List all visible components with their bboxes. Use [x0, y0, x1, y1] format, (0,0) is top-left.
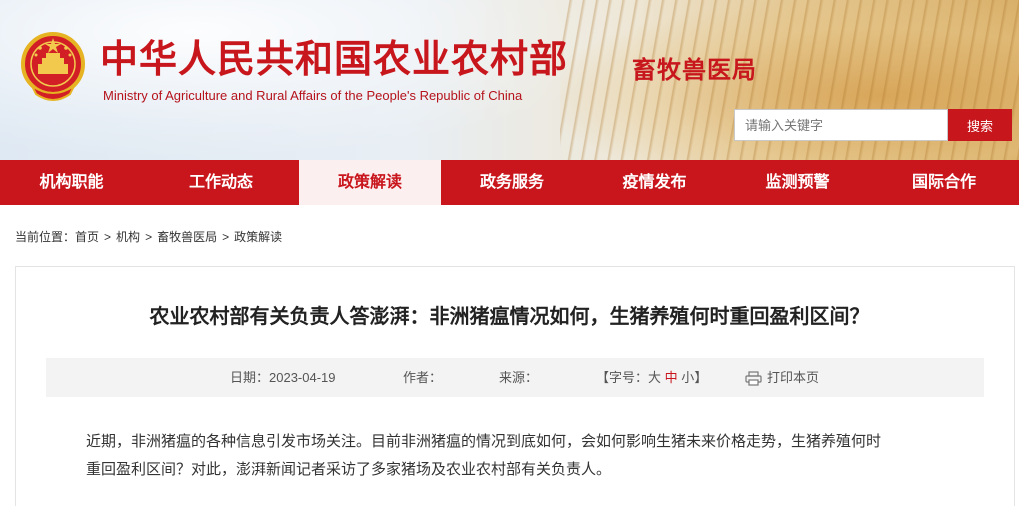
breadcrumb-item-policy[interactable]: 政策解读 [234, 228, 282, 245]
department-title[interactable]: 畜牧兽医局 [632, 50, 757, 85]
print-page-link[interactable]: 打印本页 [745, 358, 819, 397]
article-body: 近期，非洲猪瘟的各种信息引发市场关注。目前非洲猪瘟的情况到底如何，会如何影响生猪… [86, 428, 946, 484]
font-size-small-link[interactable]: 小 [681, 370, 694, 385]
nav-item-government-services[interactable]: 政务服务 [441, 160, 583, 205]
breadcrumb-item-department[interactable]: 畜牧兽医局 [157, 228, 217, 245]
nav-item-monitoring-warning[interactable]: 监测预警 [726, 160, 869, 205]
font-size-medium-link[interactable]: 中 [665, 370, 678, 385]
breadcrumb-separator: > [145, 230, 153, 244]
breadcrumb-separator: > [222, 230, 230, 244]
breadcrumb-separator: > [104, 230, 112, 244]
article-paragraph-line: 近期，非洲猪瘟的各种信息引发市场关注。目前非洲猪瘟的情况到底如何，会如何影响生猪… [86, 433, 882, 450]
nav-item-institution-functions[interactable]: 机构职能 [0, 160, 143, 205]
article-date: 日期：2023-04-19 [230, 370, 336, 385]
font-size-suffix: 】 [694, 370, 708, 385]
national-emblem-icon[interactable] [18, 28, 88, 106]
font-size-switcher: 【字号：大 中 小】 [596, 358, 707, 397]
search-button[interactable]: 搜索 [948, 109, 1012, 141]
breadcrumb: 当前位置：首页 > 机构 > 畜牧兽医局 > 政策解读 [15, 228, 282, 245]
site-title[interactable]: 中华人民共和国农业农村部 [100, 34, 568, 84]
nav-item-epidemic-release[interactable]: 疫情发布 [583, 160, 726, 205]
breadcrumb-item-home[interactable]: 首页 [75, 228, 99, 245]
article-title: 农业农村部有关负责人答澎湃：非洲猪瘟情况如何，生猪养殖何时重回盈利区间？ [149, 304, 870, 328]
article-source: 来源： [499, 370, 539, 385]
article-author: 作者： [403, 370, 443, 385]
nav-item-policy-interpretation[interactable]: 政策解读 [299, 160, 441, 205]
article-meta-bar: 日期：2023-04-19 作者： 来源： 【字号：大 中 小】 打印本页 [46, 358, 984, 397]
article-paragraph-line: 重回盈利区间？对此，澎湃新闻记者采访了多家猪场及农业农村部有关负责人。 [86, 461, 612, 478]
site-subtitle: Ministry of Agriculture and Rural Affair… [103, 88, 523, 103]
search-input[interactable] [734, 109, 948, 141]
font-size-prefix: 【字号： [596, 370, 649, 385]
nav-item-work-news[interactable]: 工作动态 [143, 160, 299, 205]
font-size-large-link[interactable]: 大 [648, 370, 661, 385]
printer-icon [745, 371, 762, 386]
print-page-label[interactable]: 打印本页 [767, 370, 819, 385]
main-nav: 机构职能 工作动态 政策解读 政务服务 疫情发布 监测预警 国际合作 [0, 160, 1019, 205]
site-header: 中华人民共和国农业农村部 Ministry of Agriculture and… [0, 0, 1019, 160]
breadcrumb-item-institution[interactable]: 机构 [116, 228, 140, 245]
breadcrumb-prefix: 当前位置： [15, 230, 76, 244]
nav-item-international-cooperation[interactable]: 国际合作 [869, 160, 1019, 205]
